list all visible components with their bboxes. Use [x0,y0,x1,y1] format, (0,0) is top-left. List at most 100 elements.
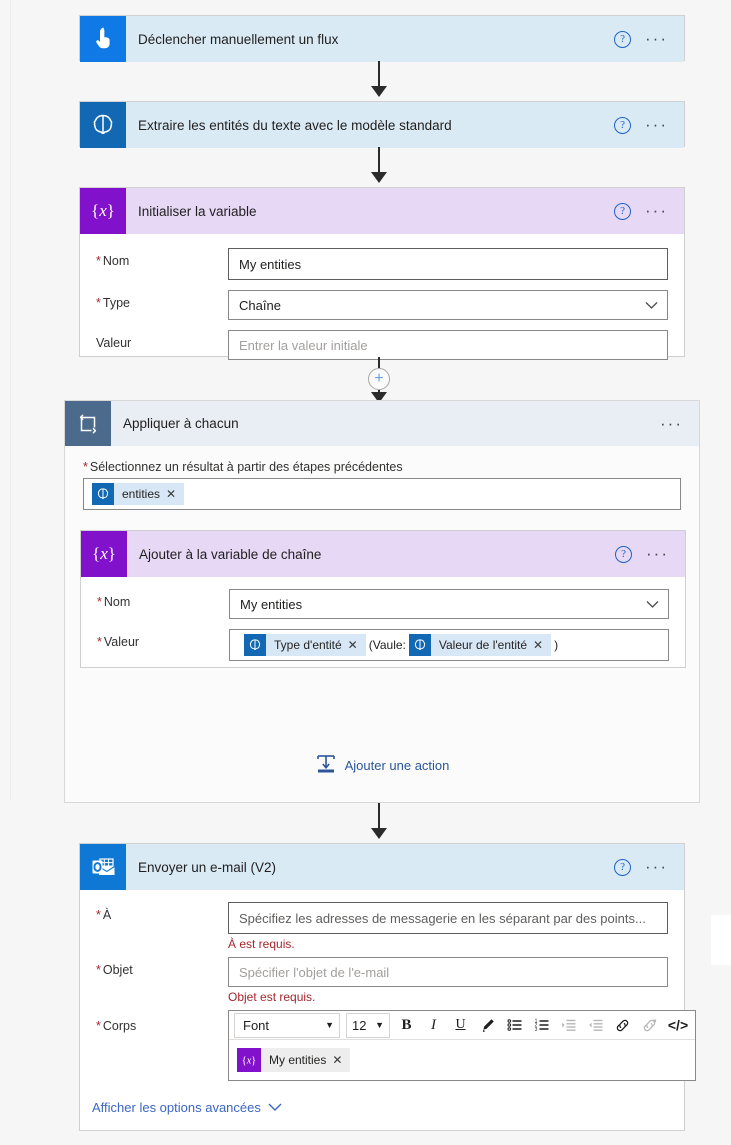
token-remove-icon[interactable]: ✕ [348,638,366,652]
link-icon[interactable] [610,1013,635,1038]
help-icon[interactable]: ? [614,203,631,220]
rte-toolbar: Font ▼ 12 ▼ B I U [229,1011,695,1040]
variable-value-placeholder: Entrer la valeur initiale [239,338,368,353]
field-row-body: *Corps Font ▼ 12 ▼ B I [96,1010,668,1081]
token-remove-icon[interactable]: ✕ [533,638,551,652]
required-marker: * [97,635,102,649]
scope-apply-to-each-header[interactable]: Appliquer à chacun ··· [65,401,699,446]
card-extract-entities-header[interactable]: Extraire les entités du texte avec le mo… [80,102,684,148]
scope-apply-to-each[interactable]: Appliquer à chacun ··· *Sélectionnez un … [64,400,700,803]
variable-braces-icon: {x} [237,1048,261,1072]
indent-icon[interactable] [556,1013,581,1038]
loop-icon [65,401,111,446]
numbered-list-icon[interactable]: 1 2 3 [529,1013,554,1038]
help-icon[interactable]: ? [614,31,631,48]
email-subject-input[interactable]: Spécifier l'objet de l'e-mail [228,957,668,987]
card-extract-entities-title: Extraire les entités du texte avec le mo… [126,118,614,133]
field-label-body: *Corps [96,1010,228,1033]
card-send-email-header[interactable]: Envoyer un e-mail (V2) ? ··· [80,844,684,890]
scope-apply-to-each-body: *Sélectionnez un résultat à partir des é… [65,460,699,510]
add-action-button[interactable]: Ajouter une action [65,753,699,778]
card-trigger-title: Déclencher manuellement un flux [126,32,614,47]
field-row-append-name: *Nom My entities [97,589,669,619]
card-initialize-variable[interactable]: {x} Initialiser la variable ? ··· *Nom M… [79,187,685,357]
field-control-value: Entrer la valeur initiale [228,330,668,360]
card-send-email[interactable]: Envoyer un e-mail (V2) ? ··· *À Spécifie… [79,843,685,1131]
token-entities[interactable]: entities ✕ [92,483,184,505]
append-variable-value-input[interactable]: Type d'entité ✕ (Vaule: [229,629,669,661]
card-append-variable-header[interactable]: {x} Ajouter à la variable de chaîne ? ··… [81,531,685,577]
connector-trigger-to-ai [378,61,380,88]
svg-text:{x}: {x} [242,1056,256,1067]
card-trigger[interactable]: Déclencher manuellement un flux ? ··· [79,15,685,61]
card-extract-entities[interactable]: Extraire les entités du texte avec le mo… [79,101,685,147]
help-icon[interactable]: ? [614,117,631,134]
insert-step-button[interactable]: + [368,368,390,390]
email-body-content[interactable]: {x} My entities ✕ [229,1040,695,1080]
card-initialize-variable-body: *Nom My entities *Type Chaîne Valeur Ent… [80,234,684,376]
token-entity-type[interactable]: Type d'entité ✕ [244,634,366,656]
email-body-editor[interactable]: Font ▼ 12 ▼ B I U [228,1010,696,1081]
underline-icon[interactable]: U [448,1013,473,1038]
arrow-ai-to-init [371,172,387,183]
email-subject-placeholder: Spécifier l'objet de l'e-mail [239,965,389,980]
card-trigger-header[interactable]: Déclencher manuellement un flux ? ··· [80,16,684,62]
font-family-select[interactable]: Font ▼ [234,1013,340,1038]
email-to-error: À est requis. [228,937,668,951]
card-append-variable-title: Ajouter à la variable de chaîne [127,547,615,562]
add-action-icon [315,753,337,778]
card-append-variable[interactable]: {x} Ajouter à la variable de chaîne ? ··… [80,530,686,668]
required-marker: * [96,296,101,310]
card-initialize-variable-header[interactable]: {x} Initialiser la variable ? ··· [80,188,684,234]
required-marker: * [83,460,88,474]
bold-icon[interactable]: B [394,1013,419,1038]
token-remove-icon[interactable]: ✕ [166,487,184,501]
token-my-entities[interactable]: {x} My entities ✕ [237,1048,350,1072]
field-row-to: *À Spécifiez les adresses de messagerie … [96,902,668,951]
bulleted-list-icon[interactable] [502,1013,527,1038]
italic-icon[interactable]: I [421,1013,446,1038]
chevron-down-icon [268,1100,282,1115]
variable-type-select[interactable]: Chaîne [228,290,668,320]
show-advanced-options-link[interactable]: Afficher les options avancées [92,1100,282,1115]
field-control-type: Chaîne [228,290,668,320]
card-append-variable-body: *Nom My entities *Valeur [81,577,685,677]
overflow-menu-icon[interactable]: ··· [660,420,683,428]
email-to-input[interactable]: Spécifiez les adresses de messagerie en … [228,902,668,934]
field-label-to: *À [96,902,228,922]
svg-text:{x}: {x} [91,201,115,220]
svg-text:{x}: {x} [92,544,116,563]
font-size-select[interactable]: 12 ▼ [346,1013,390,1038]
help-icon[interactable]: ? [614,859,631,876]
add-action-label: Ajouter une action [345,758,450,773]
field-control-append-name: My entities [229,589,669,619]
help-icon[interactable]: ? [615,546,632,563]
overflow-menu-icon[interactable]: ··· [645,207,668,215]
token-entity-value[interactable]: Valeur de l'entité ✕ [409,634,551,656]
field-label-append-value: *Valeur [97,629,229,649]
unlink-icon[interactable] [637,1013,662,1038]
card-initialize-variable-actions: ? ··· [614,203,684,220]
overflow-menu-icon[interactable]: ··· [645,863,668,871]
field-row-name: *Nom My entities [96,248,668,280]
overflow-menu-icon[interactable]: ··· [645,121,668,129]
text-color-icon[interactable] [475,1013,500,1038]
field-label-subject: *Objet [96,957,228,977]
required-marker: * [96,1019,101,1033]
code-view-icon[interactable]: </> [664,1013,692,1038]
field-control-body: Font ▼ 12 ▼ B I U [228,1010,696,1081]
token-label: Valeur de l'entité [431,638,533,652]
field-row-type: *Type Chaîne [96,290,668,320]
append-variable-name-select[interactable]: My entities [229,589,669,619]
overflow-menu-icon[interactable]: ··· [646,550,669,558]
field-label-append-name: *Nom [97,589,229,609]
ai-builder-brain-icon [80,102,126,148]
scope-select-input[interactable]: entities ✕ [83,478,681,510]
variable-value-input[interactable]: Entrer la valeur initiale [228,330,668,360]
variable-name-input[interactable]: My entities [228,248,668,280]
token-remove-icon[interactable]: ✕ [332,1053,350,1067]
overflow-menu-icon[interactable]: ··· [645,35,668,43]
required-marker: * [96,254,101,268]
card-append-variable-actions: ? ··· [615,546,685,563]
outdent-icon[interactable] [583,1013,608,1038]
